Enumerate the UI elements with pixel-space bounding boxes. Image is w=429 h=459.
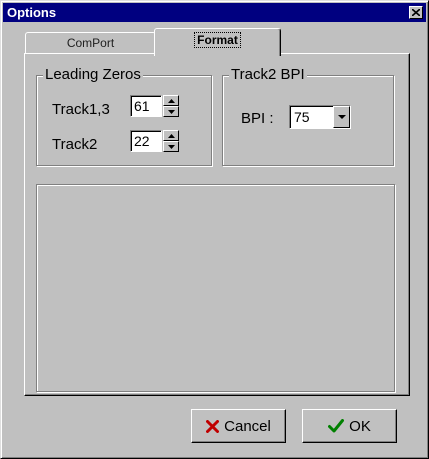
cancel-label: Cancel (224, 417, 271, 435)
track2-spinner: 22 (130, 130, 180, 152)
options-dialog: Options ComPort Format Leading Zeros Tra… (0, 0, 429, 459)
format-tab-panel: Leading Zeros Track1,3 61 Track2 22 Trac… (24, 53, 410, 396)
track2-up-button[interactable] (163, 130, 179, 141)
tab-format[interactable]: Format (154, 28, 281, 56)
close-button[interactable] (409, 6, 423, 19)
cancel-button[interactable]: Cancel (191, 409, 286, 443)
tab-format-label: Format (194, 32, 241, 48)
ok-button[interactable]: OK (302, 409, 397, 443)
bpi-value: 75 (294, 109, 310, 125)
track2-input[interactable]: 22 (130, 130, 162, 152)
track13-spin-buttons (163, 95, 179, 117)
chevron-down-icon (337, 115, 346, 119)
close-icon (412, 9, 420, 16)
window-title: Options (7, 5, 57, 20)
arrow-up-icon (167, 98, 175, 103)
bpi-dropdown-button[interactable] (333, 106, 350, 128)
track13-up-button[interactable] (163, 95, 179, 106)
track2-spin-buttons (163, 130, 179, 152)
title-bar[interactable]: Options (3, 3, 426, 22)
track2-label: Track2 (52, 136, 98, 153)
bpi-label: BPI : (241, 110, 274, 127)
tab-comport-label: ComPort (66, 36, 115, 50)
ok-label: OK (349, 417, 371, 435)
track13-input[interactable]: 61 (130, 95, 162, 117)
track13-label: Track1,3 (52, 101, 110, 118)
leading-zeros-group: Leading Zeros Track1,3 61 Track2 22 (36, 66, 212, 166)
leading-zeros-title: Leading Zeros (43, 66, 143, 84)
track13-spinner: 61 (130, 95, 180, 117)
track13-down-button[interactable] (163, 106, 179, 117)
arrow-up-icon (167, 133, 175, 138)
track2-down-button[interactable] (163, 141, 179, 152)
bpi-select[interactable]: 75 (289, 105, 351, 129)
track2-bpi-group: Track2 BPI BPI : 75 (222, 66, 394, 166)
check-icon (328, 419, 345, 433)
track2-bpi-title: Track2 BPI (229, 66, 307, 84)
empty-panel (36, 184, 395, 392)
x-icon (206, 419, 220, 433)
arrow-down-icon (167, 144, 175, 149)
arrow-down-icon (167, 109, 175, 114)
tab-comport[interactable]: ComPort (25, 32, 156, 54)
